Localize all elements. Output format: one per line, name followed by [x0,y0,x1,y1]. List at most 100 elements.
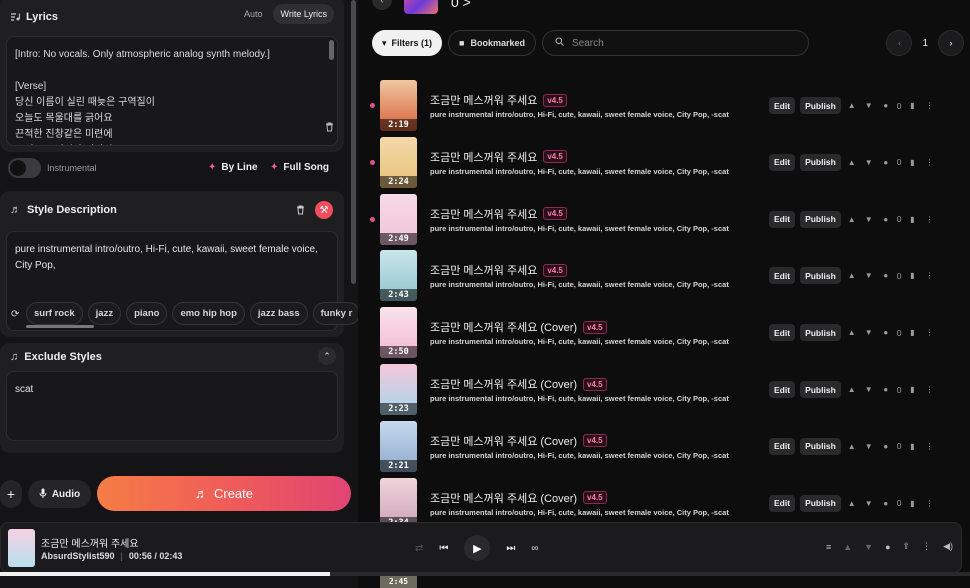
more-icon[interactable]: ⋮ [924,215,936,224]
thumbs-up-icon[interactable]: ▲ [843,542,852,552]
refresh-icon[interactable]: ⟳ [11,309,19,320]
style-tag[interactable]: surf rock [26,302,83,325]
style-tag[interactable]: emo hip hop [172,302,245,325]
style-tag[interactable]: funky r [312,302,361,325]
song-row[interactable]: 2:21 조금만 메스꺼워 주세요 (Cover) v4.5 pure inst… [358,420,958,478]
share-icon[interactable]: ⇪ [903,541,911,552]
full-song-button[interactable]: ✦ Full Song [270,162,329,173]
more-icon[interactable]: ⋮ [924,101,936,110]
player-title[interactable]: 조금만 메스꺼워 주세요 [41,535,139,550]
song-title[interactable]: 조금만 메스꺼워 주세요 (Cover) [430,490,577,506]
comment-icon[interactable]: ● [880,385,892,394]
play-button[interactable]: ▶ [464,535,491,561]
comment-icon[interactable]: ● [880,101,892,110]
song-row[interactable]: 2:50 조금만 메스꺼워 주세요 (Cover) v4.5 pure inst… [358,307,958,364]
publish-button[interactable]: Publish [800,210,841,228]
bookmark-icon[interactable]: ▮ [907,499,919,508]
prev-page-button[interactable]: ‹ [886,30,913,56]
trash-icon[interactable] [325,122,334,134]
edit-button[interactable]: Edit [769,381,796,398]
comment-icon[interactable]: ● [885,542,890,552]
style-tag[interactable]: piano [126,302,168,325]
publish-button[interactable]: Publish [800,267,841,285]
comment-icon[interactable]: ● [880,271,892,280]
comment-icon[interactable]: ● [880,158,892,167]
song-title[interactable]: 조금만 메스꺼워 주세요 (Cover) [430,433,577,449]
song-row[interactable]: 2:19 조금만 메스꺼워 주세요 v4.5 pure instrumental… [358,80,958,137]
thumbs-up-icon[interactable]: ▲ [846,499,858,508]
thumbs-up-icon[interactable]: ▲ [846,442,858,451]
more-icon[interactable]: ⋮ [924,328,936,337]
thumbs-down-icon[interactable]: ▼ [863,499,875,508]
song-row[interactable]: 2:43 조금만 메스꺼워 주세요 v4.5 pure instrumental… [358,250,958,307]
back-button[interactable]: ‹ [372,0,392,10]
more-icon[interactable]: ⋮ [924,385,936,394]
player-artist[interactable]: AbsurdStylist590 [41,551,115,561]
song-title[interactable]: 조금만 메스꺼워 주세요 (Cover) [430,319,577,335]
player-progress[interactable] [0,572,970,576]
thumbs-up-icon[interactable]: ▲ [846,271,858,280]
song-title[interactable]: 조금만 메스꺼워 주세요 [430,206,537,222]
magic-wand-button[interactable]: ⚒ [315,201,333,219]
repeat-icon[interactable]: ⇄ [415,543,423,554]
lyrics-textarea[interactable]: [Intro: No vocals. Only atmospheric anal… [6,36,338,146]
publish-button[interactable]: Publish [800,153,841,171]
song-row[interactable]: 2:49 조금만 메스꺼워 주세요 v4.5 pure instrumental… [358,193,958,251]
thumbs-down-icon[interactable]: ▼ [863,442,875,451]
song-cover[interactable]: 2:34 [380,477,417,529]
more-icon[interactable]: ⋮ [924,158,936,167]
bookmarked-button[interactable]: ■ Bookmarked [448,30,537,56]
edit-button[interactable]: Edit [769,153,796,171]
tags-scrollbar[interactable] [26,325,94,328]
publish-button[interactable]: Publish [800,324,841,342]
add-button[interactable]: + [0,480,22,508]
bookmark-icon[interactable]: ▮ [907,215,919,224]
edit-button[interactable]: Edit [769,97,796,114]
search-input[interactable]: Search [542,30,810,56]
bookmark-icon[interactable]: ▮ [907,271,919,280]
more-icon[interactable]: ⋮ [924,499,936,508]
edit-button[interactable]: Edit [769,494,796,512]
publish-button[interactable]: Publish [800,437,841,455]
instrumental-toggle[interactable] [8,158,41,178]
more-icon[interactable]: ⋮ [924,442,936,451]
thumbs-up-icon[interactable]: ▲ [846,158,858,167]
next-page-button[interactable]: › [938,30,964,56]
link-icon[interactable]: ∞ [531,543,538,554]
style-tag[interactable]: jazz [87,302,122,325]
thumbs-down-icon[interactable]: ▼ [863,215,875,224]
tab-auto[interactable]: Auto [237,4,270,24]
thumbs-down-icon[interactable]: ▼ [863,385,875,394]
bookmark-icon[interactable]: ▮ [907,101,919,110]
thumbs-down-icon[interactable]: ▼ [863,271,875,280]
filters-button[interactable]: ▾ Filters (1) [372,30,443,56]
panel-scrollbar[interactable] [351,0,356,284]
song-cover[interactable]: 2:21 [380,420,417,472]
edit-button[interactable]: Edit [769,437,796,455]
bookmark-icon[interactable]: ▮ [907,385,919,394]
song-cover[interactable]: 2:50 [380,307,417,359]
thumbs-up-icon[interactable]: ▲ [846,385,858,394]
song-cover[interactable]: 2:43 [380,250,417,302]
style-tag[interactable]: jazz bass [249,302,308,325]
collapse-button[interactable]: ⌃ [318,347,336,365]
workspace-count[interactable]: 0 > [451,0,471,10]
edit-button[interactable]: Edit [769,210,796,228]
exclude-input[interactable]: scat [6,371,338,441]
thumbs-down-icon[interactable]: ▼ [864,542,873,552]
edit-button[interactable]: Edit [769,267,796,285]
bookmark-icon[interactable]: ▮ [907,158,919,167]
song-title[interactable]: 조금만 메스꺼워 주세요 [430,262,537,278]
comment-icon[interactable]: ● [880,442,892,451]
song-row[interactable]: 2:24 조금만 메스꺼워 주세요 v4.5 pure instrumental… [358,136,958,194]
comment-icon[interactable]: ● [880,215,892,224]
skip-back-icon[interactable]: ⏮ [439,543,448,554]
tab-write-lyrics[interactable]: Write Lyrics [273,4,334,24]
publish-button[interactable]: Publish [800,97,841,114]
by-line-button[interactable]: ✦ By Line [208,162,258,173]
song-cover[interactable]: 2:19 [380,80,417,131]
song-title[interactable]: 조금만 메스꺼워 주세요 (Cover) [430,376,577,392]
thumbs-up-icon[interactable]: ▲ [846,328,858,337]
song-title[interactable]: 조금만 메스꺼워 주세요 [430,92,537,108]
edit-button[interactable]: Edit [769,324,796,342]
